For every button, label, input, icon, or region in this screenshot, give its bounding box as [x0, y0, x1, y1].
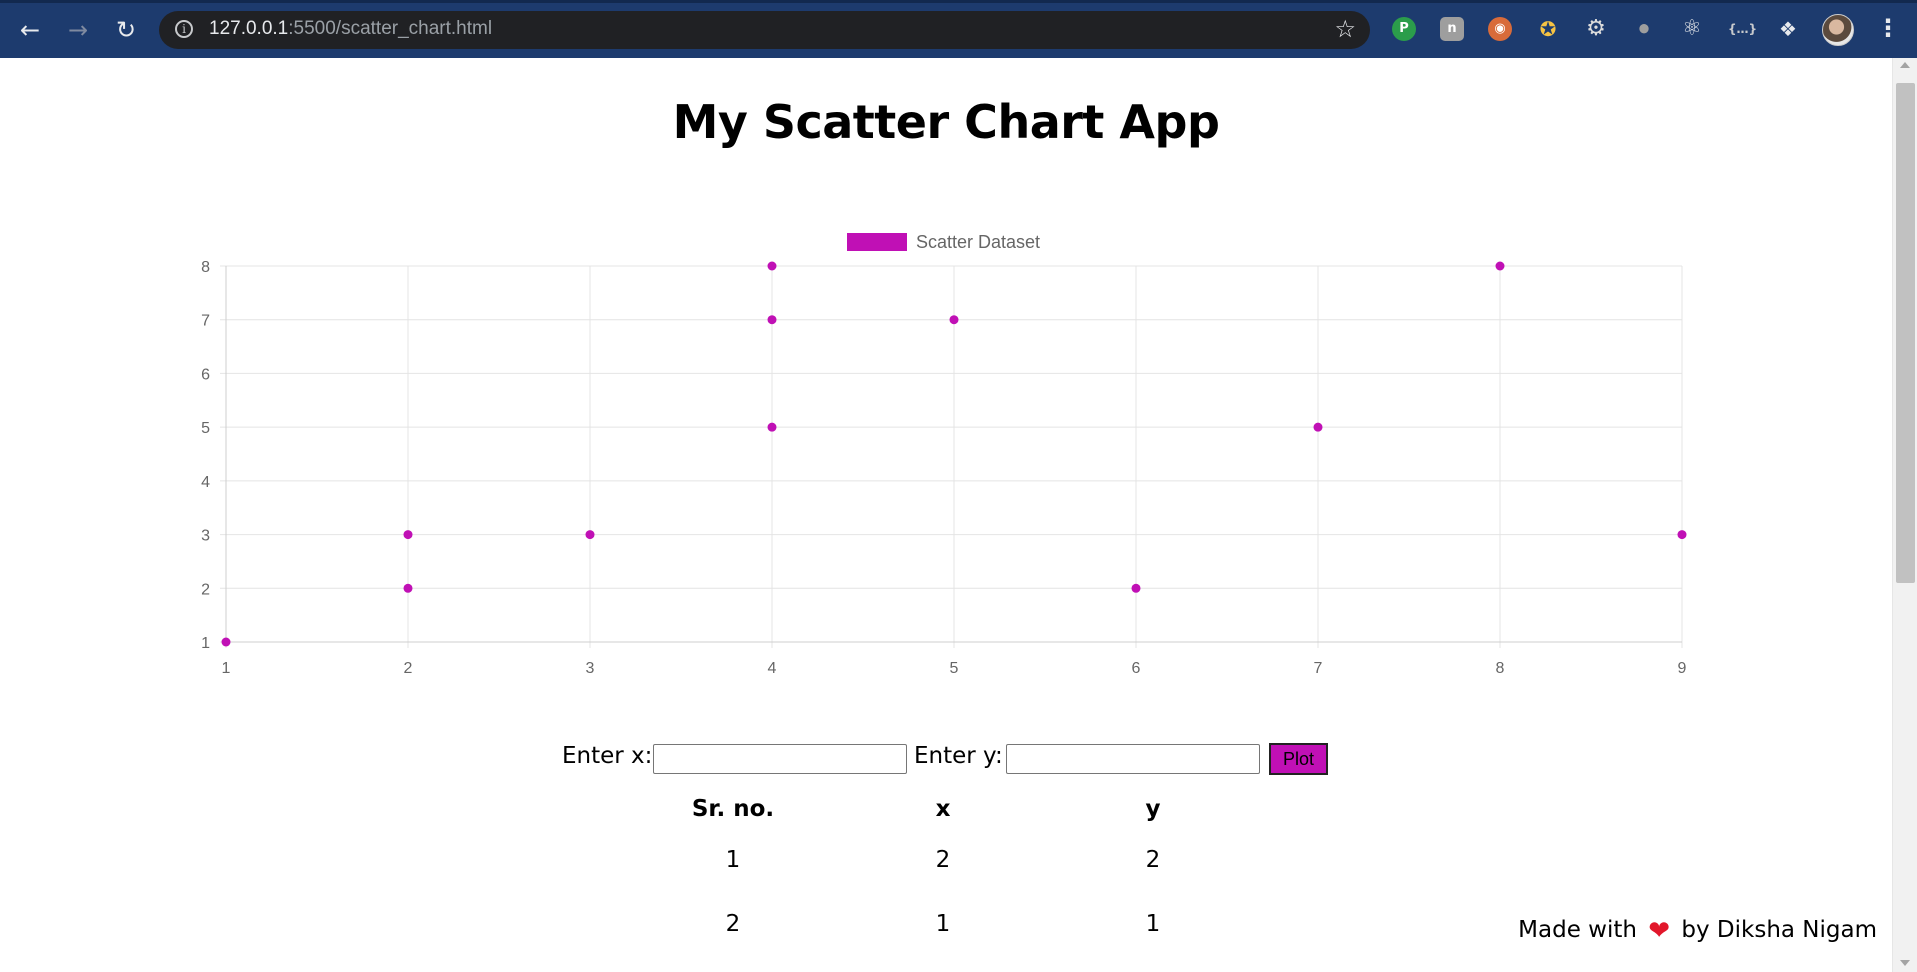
column-header-y: y	[1145, 796, 1161, 822]
y-tick-label: 2	[201, 581, 210, 598]
data-point	[221, 637, 231, 647]
x-tick-label: 5	[950, 660, 959, 677]
x-tick-label: 1	[222, 660, 231, 677]
heart-icon: ❤	[1648, 916, 1671, 946]
kebab-menu-icon[interactable]: ⋮	[1876, 14, 1900, 42]
x-tick-label: 6	[1132, 660, 1141, 677]
party-popper-icon[interactable]: ✪	[1536, 17, 1560, 41]
table-header-row: Sr. no. x y	[628, 790, 1258, 828]
footer-suffix: by Diksha Nigam	[1681, 917, 1877, 943]
y-tick-label: 4	[201, 474, 210, 491]
x-tick-label: 2	[404, 660, 413, 677]
x-tick-label: 8	[1496, 660, 1505, 677]
plot-button[interactable]: Plot	[1269, 743, 1328, 775]
pushbullet-icon[interactable]: P	[1392, 17, 1416, 41]
table-row: 1 2 2	[628, 828, 1258, 892]
url-text[interactable]: 127.0.0.1:5500/scatter_chart.html	[209, 18, 492, 40]
table-cell: 2	[725, 911, 741, 937]
gear-icon[interactable]: ⚙	[1584, 17, 1608, 41]
table-row: 2 1 1	[628, 892, 1258, 956]
eyes-icon[interactable]: ◉	[1488, 17, 1512, 41]
legend-swatch	[847, 233, 907, 251]
table-cell: 2	[935, 847, 951, 873]
table-cell: 1	[1145, 911, 1161, 937]
notion-icon[interactable]: n	[1440, 17, 1464, 41]
footer-credit: Made with ❤ by Diksha Nigam	[1518, 916, 1877, 946]
data-point	[767, 261, 777, 271]
y-tick-label: 6	[201, 366, 210, 383]
table-cell: 1	[725, 847, 741, 873]
x-tick-label: 4	[768, 660, 777, 677]
y-label: Enter y:	[914, 743, 1003, 769]
json-icon[interactable]: {…}	[1728, 17, 1757, 41]
x-tick-label: 3	[586, 660, 595, 677]
y-tick-label: 5	[201, 420, 210, 437]
column-header-x: x	[935, 796, 951, 822]
points-table: Sr. no. x y 1 2 2 2 1 1	[628, 790, 1258, 956]
address-bar[interactable]: i 127.0.0.1:5500/scatter_chart.html ☆	[159, 11, 1370, 49]
url-host: 127.0.0.1	[209, 18, 289, 39]
avatar[interactable]	[1822, 14, 1854, 46]
y-tick-label: 3	[201, 528, 210, 545]
x-input[interactable]	[653, 744, 907, 774]
data-point	[949, 315, 959, 325]
x-tick-label: 7	[1314, 660, 1323, 677]
data-point	[1131, 583, 1141, 593]
x-tick-label: 9	[1678, 660, 1687, 677]
scatter-chart: 1 2 3 4 5 6 7 8 9 1 2 3 4 5 6 7 8 Scatter Dataset	[201, 232, 1687, 677]
data-point	[403, 530, 413, 540]
reload-icon[interactable]: ↻	[111, 15, 141, 45]
legend-label: Scatter Dataset	[916, 232, 1040, 252]
footer-prefix: Made with	[1518, 917, 1637, 943]
data-point	[1313, 422, 1323, 432]
column-header-srno: Sr. no.	[691, 796, 775, 822]
scroll-down-icon[interactable]	[1900, 960, 1910, 966]
y-input[interactable]	[1006, 744, 1260, 774]
y-tick-label: 8	[201, 259, 210, 276]
site-info-icon[interactable]: i	[175, 20, 193, 38]
tab-strip	[0, 0, 1917, 3]
forward-icon[interactable]: →	[63, 15, 93, 45]
bottle-icon[interactable]: ⚫	[1632, 17, 1656, 41]
data-point	[1677, 530, 1687, 540]
y-tick-label: 7	[201, 313, 210, 330]
vertical-scrollbar[interactable]	[1892, 58, 1917, 972]
url-path: :5500/scatter_chart.html	[288, 18, 493, 39]
bookmark-star-icon[interactable]: ☆	[1334, 15, 1356, 43]
puzzle-icon[interactable]: ❖	[1776, 17, 1800, 41]
data-point	[585, 530, 595, 540]
scroll-up-icon[interactable]	[1900, 62, 1910, 68]
table-cell: 1	[935, 911, 951, 937]
data-point	[767, 422, 777, 432]
data-point	[403, 583, 413, 593]
back-icon[interactable]: ←	[15, 15, 45, 45]
data-point	[1495, 261, 1505, 271]
react-icon[interactable]: ⚛	[1680, 17, 1704, 41]
y-tick-label: 1	[201, 635, 210, 652]
data-point	[767, 315, 777, 325]
table-cell: 2	[1145, 847, 1161, 873]
scroll-thumb[interactable]	[1896, 83, 1915, 583]
browser-toolbar: ← → ↻ i 127.0.0.1:5500/scatter_chart.htm…	[0, 0, 1917, 58]
x-label: Enter x:	[562, 743, 653, 769]
page-title: My Scatter Chart App	[672, 95, 1220, 149]
